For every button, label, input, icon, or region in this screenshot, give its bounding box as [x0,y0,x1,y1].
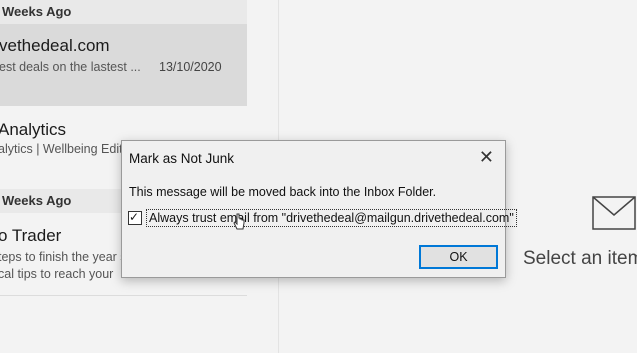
dialog-message: This message will be moved back into the… [129,185,437,199]
mouse-cursor-icon [233,213,245,230]
envelope-icon [592,196,636,230]
trust-sender-option[interactable]: ✓ Always trust email from "drivethedeal@… [128,209,517,227]
empty-reading-text: Select an item [523,248,637,269]
mail-sender: Analytics [0,120,67,139]
mail-sender: o Trader [0,226,62,245]
trust-sender-checkbox[interactable]: ✓ [128,210,142,225]
ok-button[interactable]: OK [419,245,498,269]
mail-sender: vethedeal.com [0,36,110,55]
dialog-title: Mark as Not Junk [129,151,235,166]
close-icon[interactable]: ✕ [479,147,494,168]
trust-sender-label[interactable]: Always trust email from "drivethedeal@ma… [146,209,517,227]
mail-date: 13/10/2020 [159,60,222,74]
mail-preview-line2: cal tips to reach your [0,267,114,281]
mail-preview: teps to finish the year s [0,250,127,264]
group-header: Weeks Ago [0,0,247,24]
mail-item-drivethedeal[interactable]: vethedeal.com est deals on the lastest .… [0,24,247,106]
mark-not-junk-dialog: Mark as Not Junk ✕ This message will be … [121,140,517,278]
check-icon: ✓ [129,210,140,224]
list-divider [0,295,247,296]
mail-preview: alytics | Wellbeing Editi [0,142,126,156]
mail-preview: est deals on the lastest ... [0,60,141,74]
